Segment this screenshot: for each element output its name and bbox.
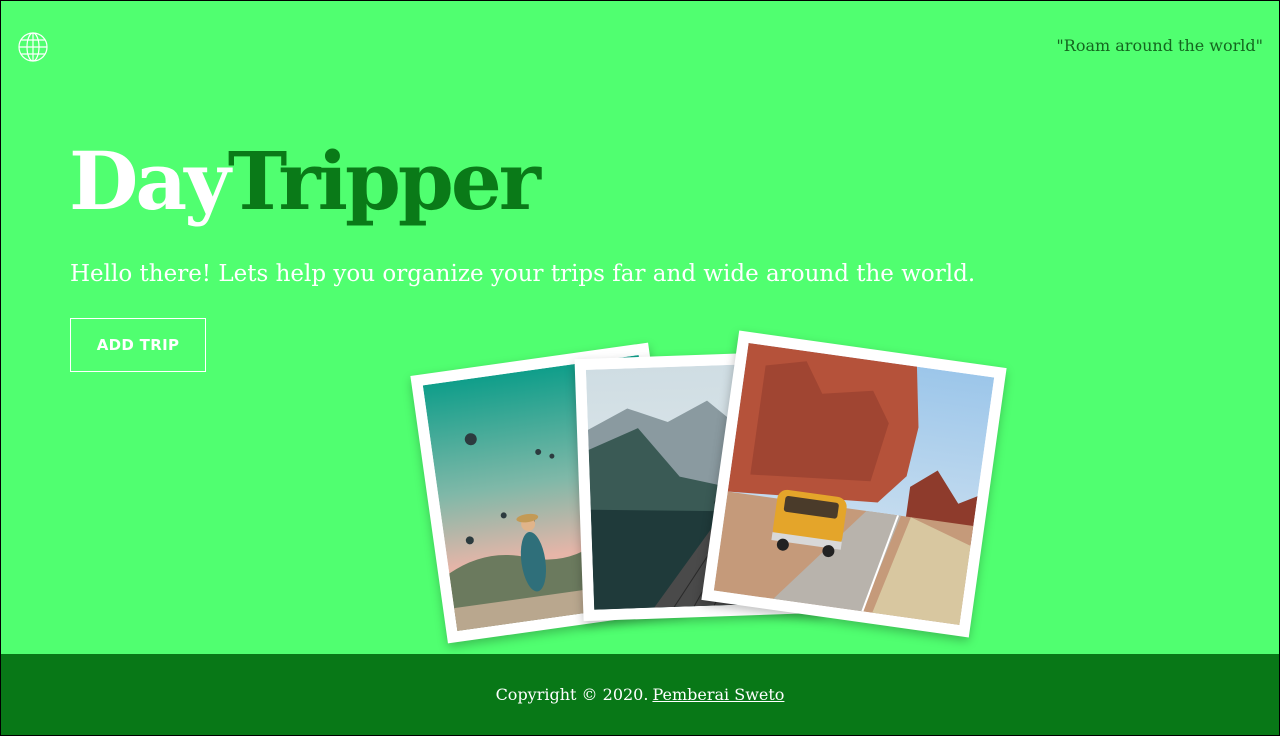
intro-text: Hello there! Lets help you organize your… [70, 261, 976, 287]
brand-part-tripper: Tripper [227, 134, 541, 228]
author-link[interactable]: Pemberai Sweto [652, 685, 784, 704]
copyright-text: Copyright © 2020. [495, 685, 649, 704]
desert-van-photo [701, 330, 1007, 638]
footer: Copyright © 2020. Pemberai Sweto [1, 654, 1279, 735]
page: "Roam around the world" DayTripper Hello… [1, 1, 1279, 735]
add-trip-button[interactable]: ADD TRIP [70, 318, 206, 372]
brand-part-day: Day [69, 134, 231, 228]
tagline: "Roam around the world" [1056, 36, 1263, 55]
brand-title: DayTripper [69, 141, 541, 221]
globe-icon[interactable] [17, 31, 49, 63]
